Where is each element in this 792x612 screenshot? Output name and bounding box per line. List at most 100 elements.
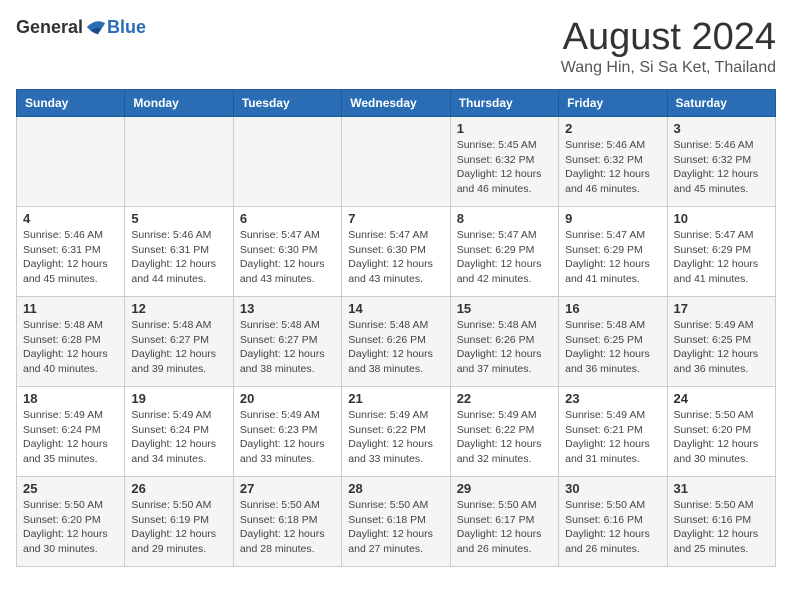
day-number: 19 bbox=[131, 391, 226, 406]
calendar-cell: 2Sunrise: 5:46 AM Sunset: 6:32 PM Daylig… bbox=[559, 117, 667, 207]
day-number: 30 bbox=[565, 481, 660, 496]
calendar-body: 1 Sunrise: 5:45 AM Sunset: 6:32 PM Daylig… bbox=[17, 117, 776, 567]
day-number: 5 bbox=[131, 211, 226, 226]
calendar-cell: 16 Sunrise: 5:48 AM Sunset: 6:25 PM Dayli… bbox=[559, 297, 667, 387]
calendar-cell bbox=[17, 117, 125, 207]
day-number: 3 bbox=[674, 121, 769, 136]
day-info: Sunrise: 5:49 AM Sunset: 6:22 PM Dayligh… bbox=[348, 408, 443, 467]
day-number: 18 bbox=[23, 391, 118, 406]
day-info: Sunrise: 5:48 AM Sunset: 6:28 PM Dayligh… bbox=[23, 318, 118, 377]
day-number: 31 bbox=[674, 481, 769, 496]
calendar-cell: 20Sunrise: 5:49 AM Sunset: 6:23 PM Dayli… bbox=[233, 387, 341, 477]
day-info: Sunrise: 5:47 AM Sunset: 6:30 PM Dayligh… bbox=[348, 228, 443, 287]
calendar-cell: 18Sunrise: 5:49 AM Sunset: 6:24 PM Dayli… bbox=[17, 387, 125, 477]
day-info: Sunrise: 5:49 AM Sunset: 6:21 PM Dayligh… bbox=[565, 408, 660, 467]
day-info: Sunrise: 5:45 AM Sunset: 6:32 PM Dayligh… bbox=[457, 138, 552, 197]
day-info: Sunrise: 5:49 AM Sunset: 6:22 PM Dayligh… bbox=[457, 408, 552, 467]
header-cell-tuesday: Tuesday bbox=[233, 90, 341, 117]
logo-general-text: General bbox=[16, 17, 83, 38]
header-cell-friday: Friday bbox=[559, 90, 667, 117]
calendar-week-2: 4 Sunrise: 5:46 AM Sunset: 6:31 PM Daylig… bbox=[17, 207, 776, 297]
day-number: 13 bbox=[240, 301, 335, 316]
day-info: Sunrise: 5:48 AM Sunset: 6:27 PM Dayligh… bbox=[240, 318, 335, 377]
calendar-cell: 28 Sunrise: 5:50 AM Sunset: 6:18 PM Dayli… bbox=[342, 477, 450, 567]
day-info: Sunrise: 5:48 AM Sunset: 6:25 PM Dayligh… bbox=[565, 318, 660, 377]
day-number: 22 bbox=[457, 391, 552, 406]
day-number: 27 bbox=[240, 481, 335, 496]
calendar-cell: 22 Sunrise: 5:49 AM Sunset: 6:22 PM Dayli… bbox=[450, 387, 558, 477]
day-info: Sunrise: 5:46 AM Sunset: 6:31 PM Dayligh… bbox=[131, 228, 226, 287]
day-number: 4 bbox=[23, 211, 118, 226]
day-info: Sunrise: 5:47 AM Sunset: 6:29 PM Dayligh… bbox=[457, 228, 552, 287]
day-info: Sunrise: 5:50 AM Sunset: 6:18 PM Dayligh… bbox=[348, 498, 443, 557]
logo: General Blue bbox=[16, 16, 146, 38]
day-number: 10 bbox=[674, 211, 769, 226]
day-info: Sunrise: 5:46 AM Sunset: 6:32 PM Dayligh… bbox=[565, 138, 660, 197]
day-number: 9 bbox=[565, 211, 660, 226]
day-number: 14 bbox=[348, 301, 443, 316]
day-info: Sunrise: 5:49 AM Sunset: 6:25 PM Dayligh… bbox=[674, 318, 769, 377]
day-info: Sunrise: 5:48 AM Sunset: 6:27 PM Dayligh… bbox=[131, 318, 226, 377]
calendar-cell: 5 Sunrise: 5:46 AM Sunset: 6:31 PM Daylig… bbox=[125, 207, 233, 297]
calendar-header: SundayMondayTuesdayWednesdayThursdayFrid… bbox=[17, 90, 776, 117]
calendar-cell: 12 Sunrise: 5:48 AM Sunset: 6:27 PM Dayli… bbox=[125, 297, 233, 387]
calendar-cell bbox=[125, 117, 233, 207]
calendar-cell: 31 Sunrise: 5:50 AM Sunset: 6:16 PM Dayli… bbox=[667, 477, 775, 567]
calendar-week-3: 11 Sunrise: 5:48 AM Sunset: 6:28 PM Dayli… bbox=[17, 297, 776, 387]
day-info: Sunrise: 5:46 AM Sunset: 6:32 PM Dayligh… bbox=[674, 138, 769, 197]
day-number: 12 bbox=[131, 301, 226, 316]
header-cell-wednesday: Wednesday bbox=[342, 90, 450, 117]
header-row: SundayMondayTuesdayWednesdayThursdayFrid… bbox=[17, 90, 776, 117]
calendar-table: SundayMondayTuesdayWednesdayThursdayFrid… bbox=[16, 89, 776, 567]
calendar-week-1: 1 Sunrise: 5:45 AM Sunset: 6:32 PM Daylig… bbox=[17, 117, 776, 207]
header-cell-sunday: Sunday bbox=[17, 90, 125, 117]
calendar-cell: 21 Sunrise: 5:49 AM Sunset: 6:22 PM Dayli… bbox=[342, 387, 450, 477]
day-info: Sunrise: 5:47 AM Sunset: 6:29 PM Dayligh… bbox=[674, 228, 769, 287]
day-number: 15 bbox=[457, 301, 552, 316]
location-subtitle: Wang Hin, Si Sa Ket, Thailand bbox=[561, 59, 776, 77]
calendar-cell: 8 Sunrise: 5:47 AM Sunset: 6:29 PM Daylig… bbox=[450, 207, 558, 297]
day-info: Sunrise: 5:50 AM Sunset: 6:20 PM Dayligh… bbox=[674, 408, 769, 467]
calendar-cell: 24 Sunrise: 5:50 AM Sunset: 6:20 PM Dayli… bbox=[667, 387, 775, 477]
calendar-cell: 23 Sunrise: 5:49 AM Sunset: 6:21 PM Dayli… bbox=[559, 387, 667, 477]
day-number: 11 bbox=[23, 301, 118, 316]
day-info: Sunrise: 5:49 AM Sunset: 6:23 PM Dayligh… bbox=[240, 408, 335, 467]
header-cell-monday: Monday bbox=[125, 90, 233, 117]
day-number: 1 bbox=[457, 121, 552, 136]
header-cell-thursday: Thursday bbox=[450, 90, 558, 117]
day-number: 29 bbox=[457, 481, 552, 496]
calendar-week-5: 25Sunrise: 5:50 AM Sunset: 6:20 PM Dayli… bbox=[17, 477, 776, 567]
page-header: General Blue August 2024 Wang Hin, Si Sa… bbox=[16, 16, 776, 77]
calendar-cell: 1 Sunrise: 5:45 AM Sunset: 6:32 PM Daylig… bbox=[450, 117, 558, 207]
day-number: 21 bbox=[348, 391, 443, 406]
calendar-cell: 14Sunrise: 5:48 AM Sunset: 6:26 PM Dayli… bbox=[342, 297, 450, 387]
day-number: 16 bbox=[565, 301, 660, 316]
logo-icon bbox=[85, 16, 107, 38]
calendar-cell: 6Sunrise: 5:47 AM Sunset: 6:30 PM Daylig… bbox=[233, 207, 341, 297]
calendar-cell: 25Sunrise: 5:50 AM Sunset: 6:20 PM Dayli… bbox=[17, 477, 125, 567]
calendar-cell: 11 Sunrise: 5:48 AM Sunset: 6:28 PM Dayli… bbox=[17, 297, 125, 387]
logo-blue-text: Blue bbox=[107, 17, 146, 38]
day-info: Sunrise: 5:49 AM Sunset: 6:24 PM Dayligh… bbox=[131, 408, 226, 467]
day-info: Sunrise: 5:47 AM Sunset: 6:30 PM Dayligh… bbox=[240, 228, 335, 287]
calendar-cell: 17 Sunrise: 5:49 AM Sunset: 6:25 PM Dayli… bbox=[667, 297, 775, 387]
day-number: 28 bbox=[348, 481, 443, 496]
day-info: Sunrise: 5:50 AM Sunset: 6:16 PM Dayligh… bbox=[674, 498, 769, 557]
day-number: 24 bbox=[674, 391, 769, 406]
day-info: Sunrise: 5:50 AM Sunset: 6:16 PM Dayligh… bbox=[565, 498, 660, 557]
calendar-cell: 27 Sunrise: 5:50 AM Sunset: 6:18 PM Dayli… bbox=[233, 477, 341, 567]
calendar-cell: 15Sunrise: 5:48 AM Sunset: 6:26 PM Dayli… bbox=[450, 297, 558, 387]
calendar-cell: 19 Sunrise: 5:49 AM Sunset: 6:24 PM Dayli… bbox=[125, 387, 233, 477]
day-number: 25 bbox=[23, 481, 118, 496]
day-number: 8 bbox=[457, 211, 552, 226]
day-info: Sunrise: 5:50 AM Sunset: 6:19 PM Dayligh… bbox=[131, 498, 226, 557]
title-section: August 2024 Wang Hin, Si Sa Ket, Thailan… bbox=[561, 16, 776, 77]
day-number: 23 bbox=[565, 391, 660, 406]
calendar-cell bbox=[233, 117, 341, 207]
day-number: 17 bbox=[674, 301, 769, 316]
day-info: Sunrise: 5:50 AM Sunset: 6:18 PM Dayligh… bbox=[240, 498, 335, 557]
day-info: Sunrise: 5:50 AM Sunset: 6:17 PM Dayligh… bbox=[457, 498, 552, 557]
calendar-cell: 29 Sunrise: 5:50 AM Sunset: 6:17 PM Dayli… bbox=[450, 477, 558, 567]
calendar-cell: 3 Sunrise: 5:46 AM Sunset: 6:32 PM Daylig… bbox=[667, 117, 775, 207]
day-number: 26 bbox=[131, 481, 226, 496]
